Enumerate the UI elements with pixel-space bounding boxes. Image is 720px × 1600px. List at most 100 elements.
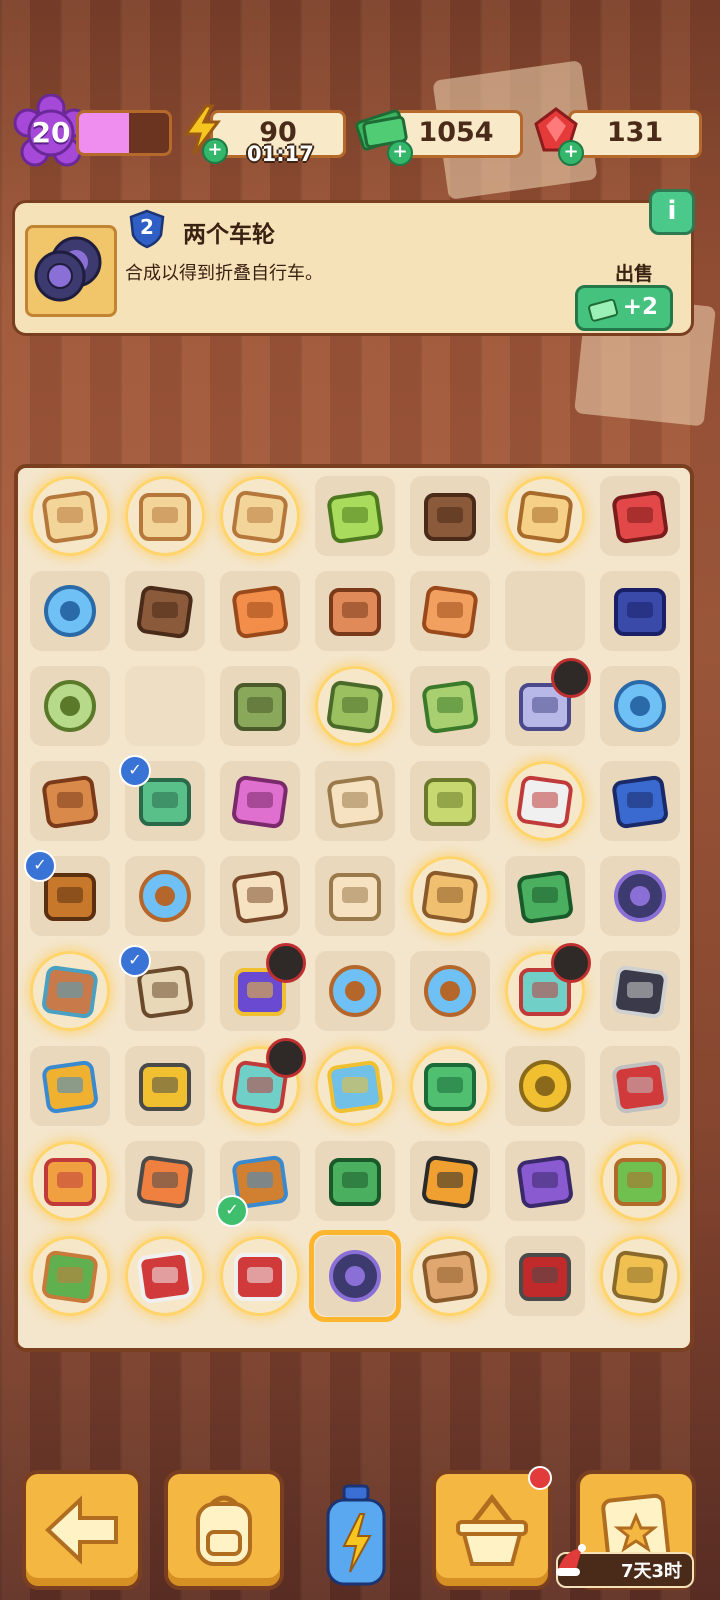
board-cell-green-brush[interactable]: [505, 856, 585, 936]
board-cell-faces-poster[interactable]: [600, 951, 680, 1031]
board-cell-crate-scene[interactable]: [30, 951, 110, 1031]
board-cell-green-sprout[interactable]: [315, 1141, 395, 1221]
board-cell-toast-box[interactable]: [30, 476, 110, 556]
board-cell-empty-faded[interactable]: [125, 666, 205, 746]
board-cell-bread-slice[interactable]: [315, 856, 395, 936]
board-cell-money-sack[interactable]: [410, 761, 490, 841]
gem-box: 131: [568, 110, 702, 158]
board-cell-megaphone[interactable]: [505, 658, 591, 746]
board-cell-road-barrier[interactable]: [125, 1141, 205, 1221]
toolbox-gold-icon: [422, 870, 478, 924]
board-cell-magnifier[interactable]: [125, 856, 205, 936]
checkmark-icon: ✓: [216, 1195, 248, 1227]
gold-ring-icon: [519, 1060, 571, 1112]
info-button[interactable]: i: [649, 189, 695, 235]
board-cell-star-cookie[interactable]: [410, 476, 490, 556]
portrait-frame-icon: [517, 490, 573, 544]
board-cell-blue-gem[interactable]: [30, 571, 110, 651]
arrow-left-icon: [45, 1495, 118, 1565]
board-cell-cap-poster[interactable]: [410, 1141, 490, 1221]
cooldown-timer-icon: [266, 1038, 306, 1078]
green-bowl-icon: [327, 680, 383, 734]
board-cell-green-bag[interactable]: [220, 666, 300, 746]
board-cell-wheel[interactable]: [600, 856, 680, 936]
board-cell-broom[interactable]: ✓: [119, 755, 205, 841]
board-cell-barrier[interactable]: [125, 1046, 205, 1126]
board-cell-rabbit-poster[interactable]: [600, 571, 680, 651]
board-cell-box-stack[interactable]: [315, 571, 395, 651]
board-cell-toolbox[interactable]: [505, 761, 585, 841]
energy-bottle-button[interactable]: [318, 1480, 394, 1590]
sell-button[interactable]: +2: [575, 285, 673, 331]
road-barrier-icon: [137, 1155, 193, 1209]
board-cell-gold-ring[interactable]: [505, 1046, 585, 1126]
board-cell-burger-stack[interactable]: [30, 1141, 110, 1221]
board-cell-orange-stack[interactable]: [410, 571, 490, 651]
board-cell-binoculars[interactable]: ✓: [216, 1141, 300, 1227]
board-cell-clay-pot[interactable]: [30, 761, 110, 841]
board-cell-bottle-set[interactable]: [220, 1038, 306, 1126]
board-cell-green-bottle[interactable]: [315, 476, 395, 556]
board-cell-wanted-poster[interactable]: ✓: [119, 945, 205, 1031]
board-cell-magnifier[interactable]: [315, 951, 395, 1031]
board-cell-toolbox-gold[interactable]: [410, 856, 490, 936]
board-cell-paint-roller[interactable]: [220, 761, 300, 841]
board-cell-toast-box[interactable]: [125, 476, 205, 556]
checkmark-icon: ✓: [24, 850, 56, 882]
board-cell-portrait-frame[interactable]: [505, 476, 585, 556]
board-cell-cookie-bag[interactable]: [220, 856, 300, 936]
board-cell-green-cube[interactable]: [410, 1046, 490, 1126]
board-cell-bottle-set[interactable]: [505, 943, 591, 1031]
board-cell-toast-box[interactable]: [220, 476, 300, 556]
backpack-icon: [196, 1495, 252, 1566]
board-cell-film-projector[interactable]: [220, 943, 306, 1031]
gem-counter[interactable]: 131 +: [532, 107, 702, 166]
crate-scene-icon: [42, 965, 98, 1019]
board-cell-blue-gem[interactable]: [600, 666, 680, 746]
cap-poster-icon: [422, 1155, 478, 1209]
board-cell-potted-tree[interactable]: [600, 1141, 680, 1221]
board-cell-magnifier[interactable]: [410, 951, 490, 1031]
energy-plus-icon[interactable]: +: [202, 138, 228, 164]
board-cell-red-box[interactable]: [600, 476, 680, 556]
back-button[interactable]: [22, 1470, 142, 1590]
energy-bottle-icon: [326, 1484, 386, 1586]
board-cell-detective-poster[interactable]: [600, 761, 680, 841]
board-cell-red-pliers[interactable]: [505, 1236, 585, 1316]
board-cell-blue-device[interactable]: [315, 1046, 395, 1126]
board-cell-red-machine[interactable]: [220, 1236, 300, 1316]
board-cell-cookie-pieces[interactable]: [125, 571, 205, 651]
board-cell-green-plant-pot[interactable]: [30, 1236, 110, 1316]
blue-gem-icon: [614, 680, 666, 732]
event-timer: 7天3时: [556, 1544, 694, 1588]
basket-button[interactable]: [432, 1466, 552, 1590]
board-cell-bread-slices[interactable]: [315, 761, 395, 841]
purple-scooter-icon: [517, 1155, 573, 1209]
burger-stack-icon: [44, 1158, 96, 1206]
red-machine-icon: [234, 1253, 286, 1301]
board-cell-wheel-pair[interactable]: [309, 1230, 401, 1322]
cash-icon: [588, 298, 618, 322]
cash-counter[interactable]: 1054 +: [355, 109, 523, 166]
board-cell-glasses[interactable]: [30, 1046, 110, 1126]
red-pliers-icon: [519, 1253, 571, 1301]
board-cell-gold-door[interactable]: [600, 1236, 680, 1316]
board-cell-orange-pouch[interactable]: [220, 571, 300, 651]
board-cell-crate-pots[interactable]: [410, 1236, 490, 1316]
bread-slices-icon: [327, 775, 383, 829]
board-cell-empty[interactable]: [505, 571, 585, 651]
board-cell-green-bowl[interactable]: [315, 666, 395, 746]
board-cell-purple-scooter[interactable]: [505, 1141, 585, 1221]
gem-plus-icon[interactable]: +: [558, 140, 584, 166]
board-cell-green-cushion[interactable]: [410, 666, 490, 746]
paint-roller-icon: [232, 775, 288, 829]
board-cell-green-oval[interactable]: [30, 666, 110, 746]
board-cell-red-machine[interactable]: [125, 1236, 205, 1316]
toast-box-icon: [139, 493, 191, 541]
wheel-pair-icon: [34, 236, 102, 302]
gold-door-icon: [612, 1250, 668, 1304]
cash-plus-icon[interactable]: +: [387, 140, 413, 166]
backpack-button[interactable]: [164, 1470, 284, 1590]
board-cell-telescope[interactable]: ✓: [24, 850, 110, 936]
board-cell-red-scissors[interactable]: [600, 1046, 680, 1126]
